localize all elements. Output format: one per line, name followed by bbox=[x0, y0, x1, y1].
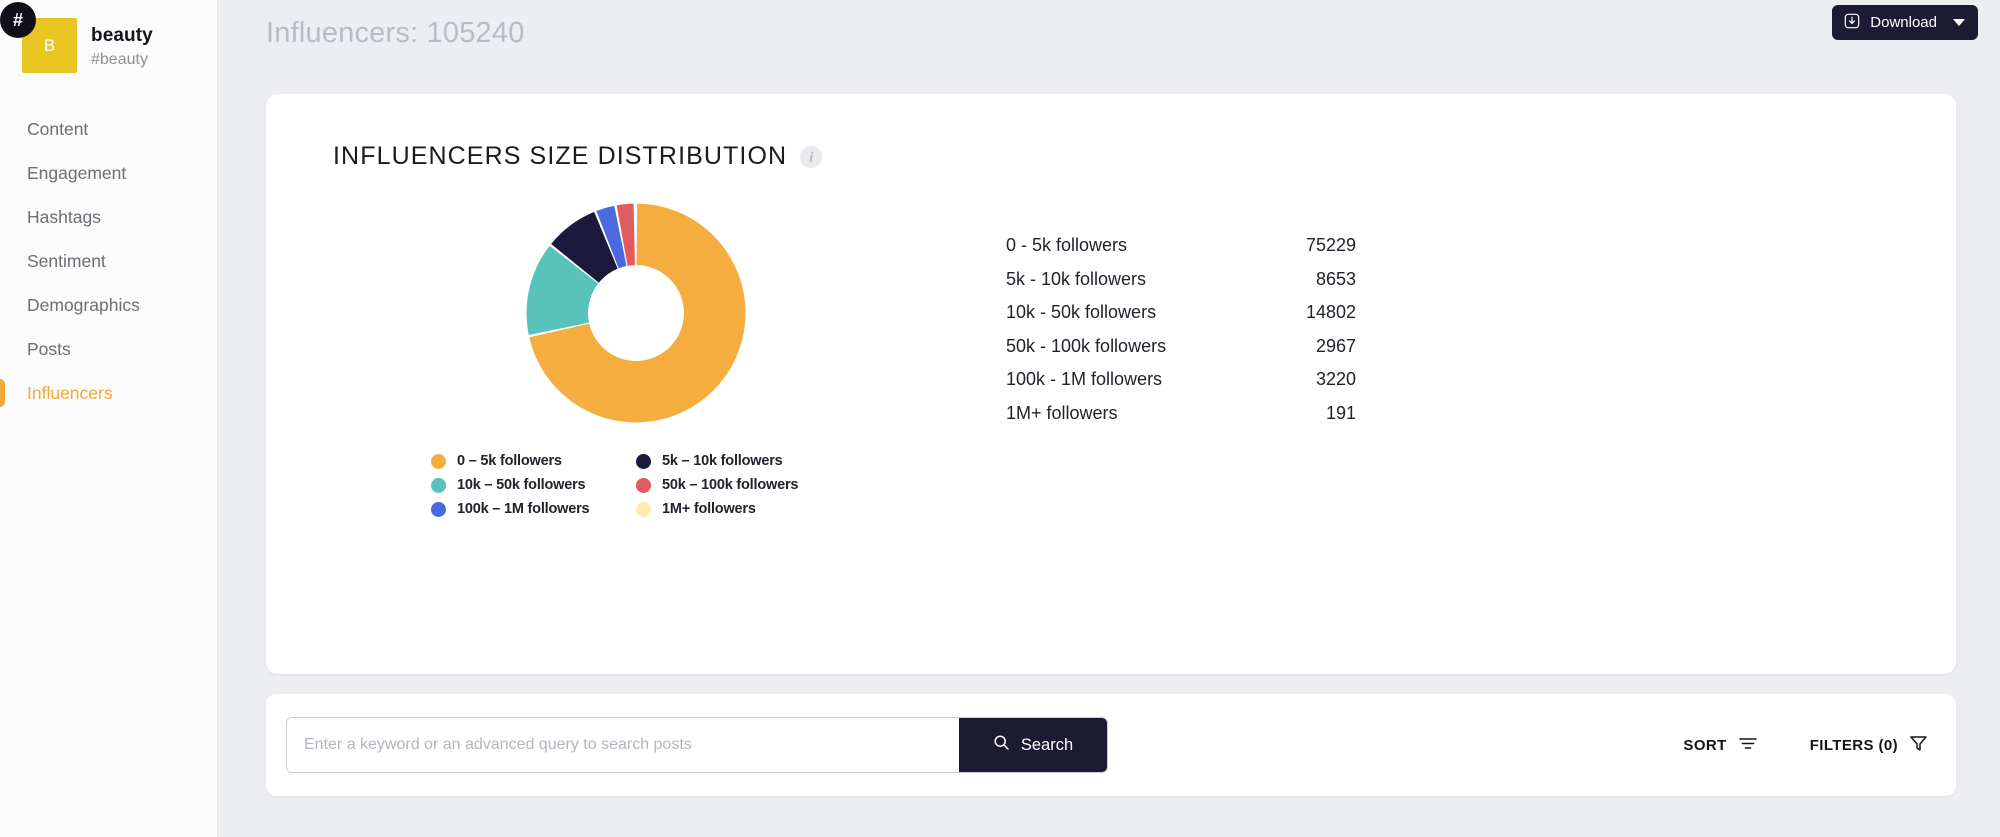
chart-area: 0 – 5k followers 5k – 10k followers 10k … bbox=[266, 171, 1956, 517]
brand-block[interactable]: # B beauty #beauty bbox=[0, 0, 217, 73]
donut-chart-block: 0 – 5k followers 5k – 10k followers 10k … bbox=[266, 199, 1006, 517]
sort-icon bbox=[1738, 736, 1758, 754]
funnel-icon bbox=[1909, 734, 1928, 757]
sort-label: SORT bbox=[1683, 736, 1727, 754]
stat-label: 100k - 1M followers bbox=[1006, 369, 1163, 389]
sidebar-item-sentiment[interactable]: Sentiment bbox=[0, 239, 217, 283]
chart-legend: 0 – 5k followers 5k – 10k followers 10k … bbox=[431, 453, 841, 517]
brand-text: beauty #beauty bbox=[91, 18, 153, 69]
stat-value: 2967 bbox=[1315, 335, 1356, 356]
download-button[interactable]: Download bbox=[1832, 5, 1978, 40]
sidebar-item-engagement[interactable]: Engagement bbox=[0, 151, 217, 195]
table-row: 1M+ followers 191 bbox=[1006, 403, 1356, 424]
table-row: 5k - 10k followers 8653 bbox=[1006, 269, 1356, 290]
stats-table: 0 - 5k followers 75229 5k - 10k follower… bbox=[1006, 199, 1356, 517]
chart-title: INFLUENCERS SIZE DISTRIBUTION bbox=[333, 142, 788, 170]
legend-item: 5k – 10k followers bbox=[636, 453, 841, 469]
legend-label: 0 – 5k followers bbox=[457, 453, 562, 469]
legend-swatch-icon bbox=[431, 501, 446, 517]
main-content: Influencers: 105240 Download INFLUENCERS… bbox=[218, 0, 2000, 837]
search-button[interactable]: Search bbox=[959, 718, 1107, 772]
app-root: # B beauty #beauty Content Engagement Ha… bbox=[0, 0, 2000, 837]
page-title: Influencers: 105240 bbox=[266, 16, 525, 49]
search-button-label: Search bbox=[1020, 735, 1074, 754]
stat-label: 5k - 10k followers bbox=[1006, 268, 1147, 289]
legend-swatch-icon bbox=[636, 477, 651, 493]
stat-value: 14802 bbox=[1305, 302, 1356, 322]
sidebar: # B beauty #beauty Content Engagement Ha… bbox=[0, 0, 218, 837]
sidebar-item-content[interactable]: Content bbox=[0, 107, 217, 151]
stat-label: 0 - 5k followers bbox=[1006, 235, 1128, 255]
hashtag-icon: # bbox=[0, 2, 36, 38]
sidebar-item-hashtags[interactable]: Hashtags bbox=[0, 195, 217, 239]
legend-item: 1M+ followers bbox=[636, 501, 841, 517]
chart-card-header: INFLUENCERS SIZE DISTRIBUTION i bbox=[266, 94, 1956, 171]
legend-label: 50k – 100k followers bbox=[662, 477, 799, 493]
chart-card: INFLUENCERS SIZE DISTRIBUTION i 0 – 5k f… bbox=[266, 94, 1956, 674]
stat-value: 8653 bbox=[1315, 268, 1356, 289]
brand-name: beauty bbox=[91, 25, 153, 46]
sidebar-nav: Content Engagement Hashtags Sentiment De… bbox=[0, 107, 217, 415]
list-controls: SORT FILTERS (0) bbox=[1683, 734, 1928, 757]
stat-value: 191 bbox=[1325, 402, 1356, 423]
legend-label: 100k – 1M followers bbox=[457, 501, 590, 517]
top-bar: Influencers: 105240 Download bbox=[218, 0, 2000, 66]
legend-swatch-icon bbox=[636, 501, 651, 517]
search-input[interactable] bbox=[287, 718, 959, 772]
legend-item: 50k – 100k followers bbox=[636, 477, 841, 493]
legend-swatch-icon bbox=[636, 453, 651, 469]
stat-value: 75229 bbox=[1305, 235, 1356, 255]
sidebar-item-demographics[interactable]: Demographics bbox=[0, 283, 217, 327]
search-box: Search bbox=[286, 717, 1108, 773]
table-row: 100k - 1M followers 3220 bbox=[1006, 369, 1356, 390]
filters-label: FILTERS (0) bbox=[1809, 736, 1898, 754]
chevron-down-icon[interactable] bbox=[1953, 19, 1965, 26]
search-icon bbox=[993, 734, 1010, 756]
sidebar-item-influencers[interactable]: Influencers bbox=[0, 371, 217, 415]
sort-button[interactable]: SORT bbox=[1683, 736, 1757, 754]
legend-item: 0 – 5k followers bbox=[431, 453, 636, 469]
legend-item: 10k – 50k followers bbox=[431, 477, 636, 493]
stat-value: 3220 bbox=[1315, 369, 1356, 389]
stat-label: 10k - 50k followers bbox=[1006, 302, 1157, 322]
legend-label: 10k – 50k followers bbox=[457, 477, 586, 493]
legend-swatch-icon bbox=[431, 453, 446, 469]
filters-button[interactable]: FILTERS (0) bbox=[1810, 734, 1928, 757]
search-card: Search SORT FILTERS (0) bbox=[266, 694, 1956, 796]
legend-swatch-icon bbox=[431, 477, 446, 493]
brand-tag: #beauty bbox=[91, 51, 148, 68]
info-icon[interactable]: i bbox=[800, 145, 823, 168]
stat-label: 50k - 100k followers bbox=[1006, 335, 1167, 356]
sidebar-item-posts[interactable]: Posts bbox=[0, 327, 217, 371]
donut-svg bbox=[526, 203, 746, 423]
table-row: 50k - 100k followers 2967 bbox=[1006, 336, 1356, 357]
legend-item: 100k – 1M followers bbox=[431, 501, 636, 517]
brand-initial: B bbox=[43, 35, 56, 55]
donut-chart bbox=[522, 199, 750, 427]
table-row: 10k - 50k followers 14802 bbox=[1006, 302, 1356, 323]
stat-label: 1M+ followers bbox=[1006, 402, 1118, 423]
download-icon bbox=[1844, 13, 1860, 33]
download-label: Download bbox=[1870, 14, 1937, 31]
table-row: 0 - 5k followers 75229 bbox=[1006, 235, 1356, 256]
legend-label: 5k – 10k followers bbox=[662, 453, 783, 469]
legend-label: 1M+ followers bbox=[662, 501, 756, 517]
